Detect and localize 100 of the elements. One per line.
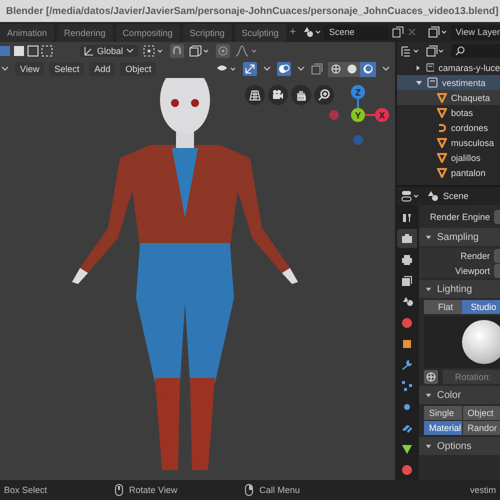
negative-z-handle[interactable] [353,135,363,145]
scene-field[interactable]: Scene [324,24,389,40]
mode-dropdown-caret-icon[interactable] [0,65,10,73]
mouse-middle-icon [115,484,124,496]
axes-icon [84,46,94,56]
hand-icon [295,89,307,101]
field-label: Viewport [455,266,490,276]
window-title: Blender [/media/datos/Javier/JavierSam/personaje-JohnCuaces/personaje_JohnCuaces_video13.blend] [6,6,498,16]
panel-header[interactable]: Options [419,437,500,455]
workspace-tab[interactable]: Scripting [182,24,232,42]
wrench-icon [401,358,413,370]
viewport-menu[interactable]: Select [49,62,84,76]
toggle-icon[interactable] [401,190,421,202]
workspace-tab[interactable]: Compositing [116,24,180,42]
caret-icon [126,48,134,54]
color-option[interactable]: Object [462,406,500,420]
studio-light-preview[interactable] [424,316,500,368]
lighting-option[interactable]: Flat [424,300,462,314]
outliner-item[interactable]: botas [397,105,500,120]
disclosure-triangle-icon [425,392,432,398]
gizmo-toggle-icon[interactable] [243,62,257,76]
copy-icon[interactable] [392,26,404,38]
falloff-curve-icon[interactable] [235,45,260,57]
close-icon[interactable] [406,27,417,37]
field-label: Render Engine [430,212,490,222]
scene-name: Scene [443,191,469,201]
field-label: Render [460,250,490,260]
panel-title: Color [437,390,461,400]
zoom-button[interactable] [314,85,334,105]
workspace-tab[interactable]: Animation [0,24,54,42]
outliner-item[interactable]: camaras-y-luce [397,60,500,75]
box-icon [426,62,434,73]
outliner-item[interactable]: musculosa [397,135,500,150]
overlay-toggle-icon[interactable] [277,62,291,76]
axis-handle[interactable]: Y [351,108,365,122]
camera-button[interactable] [268,85,288,105]
scene-icon[interactable] [302,26,321,38]
grid-icon [249,89,261,101]
outliner-item[interactable]: ojalillos [397,150,500,165]
search-icon [455,46,465,56]
image-stack-icon[interactable] [426,45,446,57]
caret-icon[interactable] [296,65,306,73]
negative-y-handle[interactable] [329,110,339,120]
status-hint: Box Select [4,485,48,495]
shapes-icon [426,190,438,202]
caret-icon[interactable] [262,65,272,73]
triangle-icon [401,442,413,454]
particles-icon [401,380,413,392]
workspace-tab[interactable]: Sculpting [234,24,286,42]
number-field[interactable] [494,248,500,262]
view-layer-field[interactable]: View Layer [450,24,500,40]
curve-icon [437,122,447,132]
material-shading-button[interactable] [360,62,376,76]
printer-icon [401,254,413,266]
axis-handle[interactable]: Z [351,85,365,99]
color-option[interactable]: Material [424,421,462,435]
pivot-icon[interactable] [143,45,166,57]
hand-pan-button[interactable] [291,85,311,105]
outliner-item[interactable]: pantalon [397,165,500,180]
orientation-dropdown[interactable]: Global [80,45,138,57]
image-stack-icon[interactable] [428,26,448,38]
solid-shading-button[interactable] [344,62,360,76]
magnifier-plus-icon [318,89,330,101]
wireframe-sphere-icon [331,64,341,74]
panel-title: Sampling [437,232,479,242]
box-icon [427,77,438,88]
color-option[interactable]: Randor [462,421,500,435]
list-icon[interactable] [401,45,421,57]
solid-sphere-icon [347,64,357,74]
cube-icon[interactable] [189,45,212,57]
tool-icon [401,212,413,224]
proportional-edit-icon[interactable] [216,44,230,58]
disclosure-triangle-icon [425,286,432,292]
viewport-menu[interactable]: View [15,62,44,76]
axis-handle[interactable]: X [375,108,389,122]
status-hint: Rotate View [129,485,178,495]
lighting-option[interactable]: Studio [462,300,500,314]
panel-header[interactable]: Sampling [419,228,500,246]
viewport-menu[interactable]: Add [89,62,116,76]
number-field[interactable] [494,264,500,278]
magnet-icon[interactable] [170,44,184,58]
panel-header[interactable]: Lighting [419,280,500,298]
outliner-item[interactable]: vestimenta [397,75,500,90]
xray-icon[interactable] [311,63,323,75]
color-option[interactable]: Single [424,406,462,420]
status-info: vestim [470,485,496,495]
outliner-item[interactable]: cordones [397,120,500,135]
outliner-item[interactable]: Chaqueta [397,90,500,105]
add-workspace-button[interactable]: + [288,26,297,38]
properties-tab[interactable] [397,229,417,248]
status-hint: Call Menu [259,485,300,495]
search-field[interactable] [451,44,500,58]
viewport-menu[interactable]: Object [120,62,156,76]
panel-header[interactable]: Color [419,386,500,404]
grid-view-button[interactable] [245,85,265,105]
camera-back-icon [401,232,413,244]
workspace-tab[interactable]: Rendering [57,24,113,42]
caret-icon[interactable] [381,65,391,73]
shapes-icon [401,296,413,308]
wireframe-shading-button[interactable] [328,62,344,76]
